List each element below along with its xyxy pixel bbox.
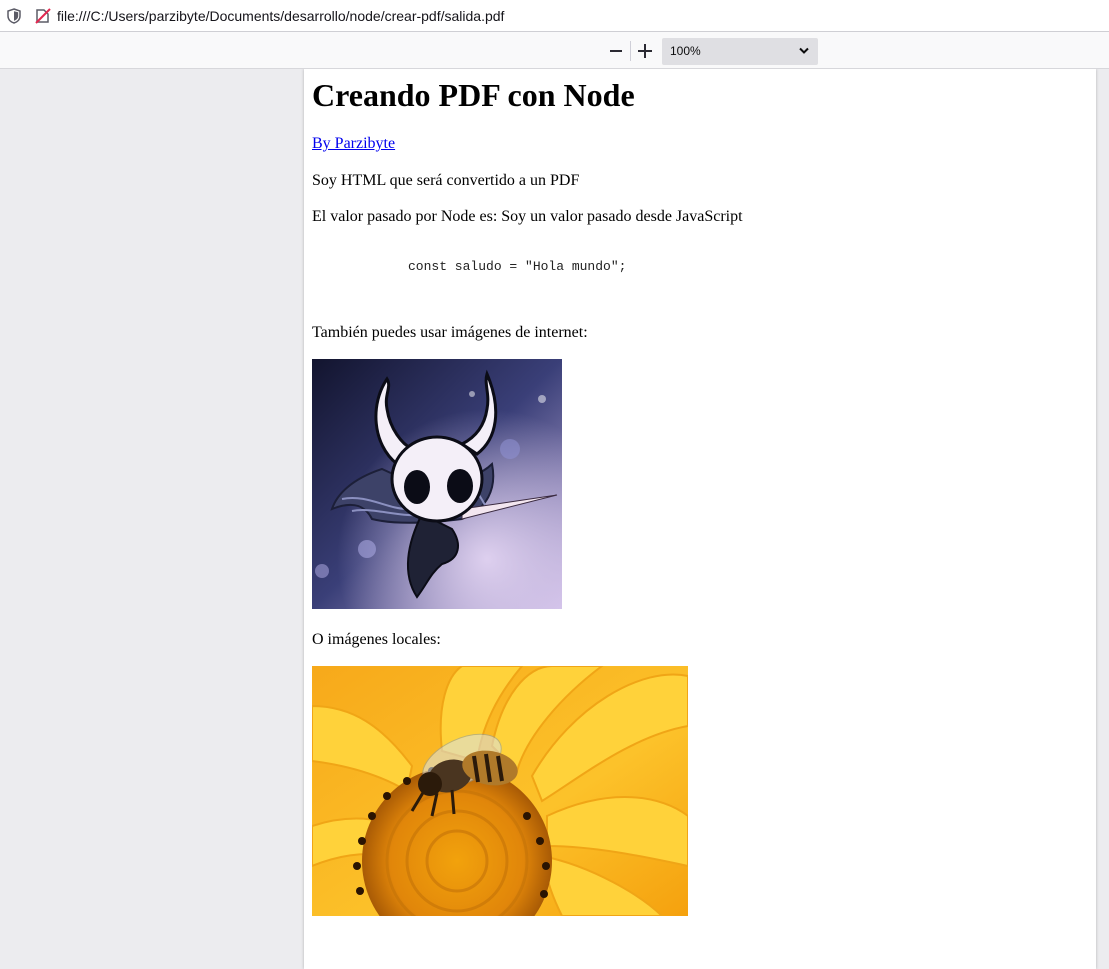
zoom-select[interactable]: 100%: [662, 38, 818, 65]
pdf-viewer[interactable]: Creando PDF con Node By Parzibyte Soy HT…: [0, 69, 1109, 969]
url-text[interactable]: file:///C:/Users/parzibyte/Documents/des…: [57, 8, 504, 24]
paragraph-node-value: El valor pasado por Node es: Soy un valo…: [312, 208, 743, 225]
code-block: const saludo = "Hola mundo";: [408, 259, 627, 274]
insecure-page-icon[interactable]: [34, 7, 52, 25]
zoom-in-icon[interactable]: [633, 39, 657, 63]
bee-flower-image: [312, 666, 688, 916]
pdf-toolbar: 100%: [0, 32, 1109, 69]
author-link[interactable]: By Parzibyte: [312, 135, 395, 153]
knight-image: [312, 359, 562, 609]
zoom-value: 100%: [670, 44, 701, 58]
paragraph-internet-images: También puedes usar imágenes de internet…: [312, 324, 588, 341]
shield-icon[interactable]: [7, 8, 21, 24]
paragraph-intro: Soy HTML que será convertido a un PDF: [312, 172, 580, 189]
document-title: Creando PDF con Node: [312, 77, 635, 113]
paragraph-local-images: O imágenes locales:: [312, 631, 441, 648]
pdf-page: Creando PDF con Node By Parzibyte Soy HT…: [304, 69, 1096, 969]
address-bar: file:///C:/Users/parzibyte/Documents/des…: [0, 0, 1109, 32]
toolbar-separator: [630, 41, 631, 61]
zoom-out-icon[interactable]: [604, 39, 628, 63]
chevron-down-icon: [799, 47, 809, 54]
